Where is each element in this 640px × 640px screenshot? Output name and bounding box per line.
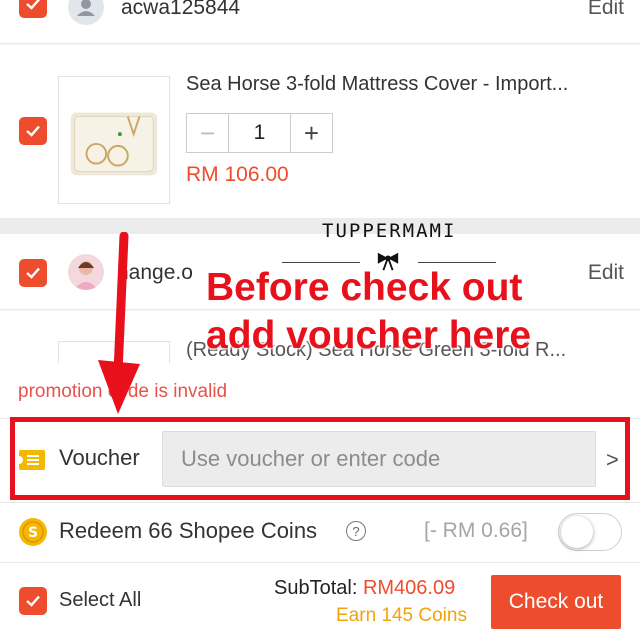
item-checkbox-1[interactable] bbox=[19, 117, 47, 145]
checkout-footer: Select All SubTotal: RM406.09 Earn 145 C… bbox=[0, 563, 640, 640]
check-icon bbox=[26, 595, 40, 607]
earn-coins-text: Earn 145 Coins bbox=[336, 605, 467, 626]
mattress-cover-image-icon bbox=[70, 112, 158, 176]
checkout-button[interactable]: Check out bbox=[491, 575, 621, 629]
edit-button-2[interactable]: Edit bbox=[588, 261, 624, 285]
check-icon bbox=[26, 267, 40, 279]
shop-name-1[interactable]: acwa125844 bbox=[121, 0, 240, 20]
cart-item-1: Sea Horse 3-fold Mattress Cover - Import… bbox=[0, 45, 640, 218]
coins-discount-value: [- RM 0.66] bbox=[424, 519, 528, 542]
watermark-brand: TUPPERMAMI bbox=[322, 220, 457, 242]
watermark-line-right bbox=[418, 262, 496, 263]
subtotal-label: SubTotal: bbox=[274, 577, 363, 599]
voucher-highlight-box bbox=[10, 417, 630, 500]
item-title-1[interactable]: Sea Horse 3-fold Mattress Cover - Import… bbox=[186, 73, 622, 96]
annotation-line-2: add voucher here bbox=[206, 314, 532, 357]
subtotal: SubTotal: RM406.09 bbox=[274, 577, 455, 600]
annotation-line-1: Before check out bbox=[206, 266, 523, 309]
shop-avatar-icon bbox=[68, 0, 104, 25]
shop-checkbox-1[interactable] bbox=[19, 0, 47, 18]
select-all-checkbox[interactable] bbox=[19, 587, 47, 615]
product-thumbnail-1[interactable] bbox=[58, 76, 170, 204]
svg-text:S: S bbox=[28, 525, 38, 541]
shop-checkbox-2[interactable] bbox=[19, 259, 47, 287]
shopee-coin-icon: S bbox=[18, 517, 48, 552]
item-price-1: RM 106.00 bbox=[186, 163, 289, 186]
decrease-quantity-button[interactable]: − bbox=[187, 114, 228, 152]
increase-quantity-button[interactable]: + bbox=[291, 114, 332, 152]
subtotal-amount: RM406.09 bbox=[362, 577, 456, 599]
toggle-knob bbox=[561, 516, 593, 548]
check-icon bbox=[26, 125, 40, 137]
shop-header-1: acwa125844 Edit bbox=[0, 0, 640, 44]
quantity-stepper: − 1 + bbox=[186, 113, 333, 153]
shopee-coins-row: S Redeem 66 Shopee Coins ? [- RM 0.66] bbox=[0, 503, 640, 563]
edit-button-1[interactable]: Edit bbox=[588, 0, 624, 20]
check-icon bbox=[26, 0, 40, 10]
coins-toggle[interactable] bbox=[558, 513, 622, 551]
coins-label: Redeem 66 Shopee Coins bbox=[59, 518, 318, 543]
quantity-value[interactable]: 1 bbox=[228, 114, 291, 152]
red-arrow-icon bbox=[98, 232, 140, 414]
select-all-label[interactable]: Select All bbox=[59, 589, 141, 612]
watermark-line-left bbox=[282, 262, 360, 263]
help-icon[interactable]: ? bbox=[346, 521, 366, 541]
